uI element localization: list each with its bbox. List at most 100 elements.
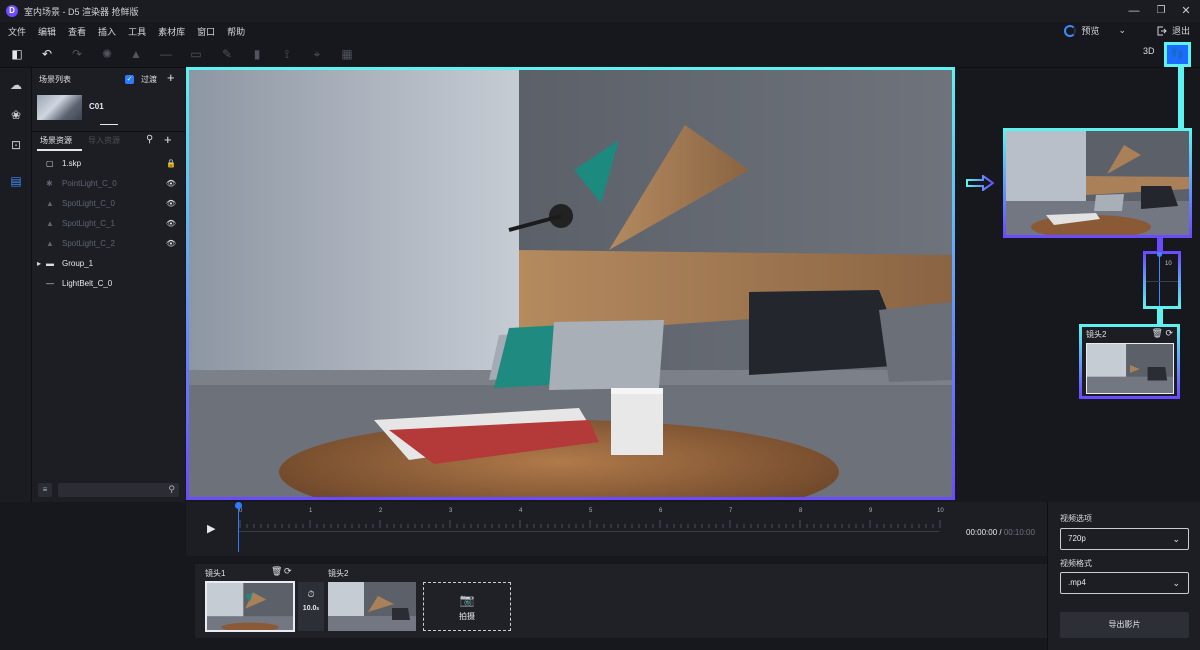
list-item[interactable]: ▢ 1.skp 🔒 — [32, 153, 185, 173]
refresh-icon[interactable]: ⟳ — [1165, 328, 1173, 338]
add-resource-icon[interactable]: + — [164, 132, 172, 147]
file-icon: ▢ — [46, 158, 54, 168]
format-select[interactable]: .mp4 ⌄ — [1060, 572, 1189, 594]
pin-icon[interactable]: ⚲ — [146, 134, 153, 145]
trash-icon[interactable]: 🗑 — [271, 566, 282, 577]
expand-arrow-icon[interactable]: ▸ — [37, 259, 41, 268]
add-scene-icon[interactable]: + — [167, 70, 175, 85]
lock-icon[interactable]: 🔒 — [166, 159, 176, 168]
rect-light-icon[interactable]: ▭ — [188, 46, 204, 62]
filter-icon[interactable]: ≡ — [38, 483, 52, 497]
exit-icon — [1157, 26, 1167, 35]
camera-rig-icon[interactable]: ⊡ — [8, 137, 24, 153]
tab-import-assets[interactable]: 导入资源 — [88, 135, 120, 146]
transform-icon[interactable]: ⟟ — [279, 46, 295, 62]
trash-icon[interactable]: 🗑 — [1152, 328, 1163, 338]
exit-button[interactable]: 退出 — [1157, 24, 1190, 37]
brush-icon[interactable]: ✎ — [219, 46, 235, 62]
menu-insert[interactable]: 插入 — [98, 25, 116, 38]
play-icon[interactable]: ▶ — [207, 522, 215, 535]
redo-icon[interactable]: ↷ — [69, 46, 85, 62]
camera-card[interactable]: 镜头2 🗑 ⟳ — [1079, 324, 1180, 399]
tab-active-indicator — [37, 149, 82, 151]
resolution-select[interactable]: 720p ⌄ — [1060, 528, 1189, 550]
add-shot-button[interactable]: 📷 拍摄 — [423, 582, 511, 631]
refresh-icon[interactable]: ⟳ — [284, 566, 292, 577]
restore-button[interactable]: ❐ — [1154, 4, 1168, 18]
menu-view[interactable]: 查看 — [68, 25, 86, 38]
panel-toggle-icon[interactable]: ◧ — [9, 46, 25, 62]
camera-preview-large — [1003, 128, 1192, 238]
resource-label: 1.skp — [62, 158, 82, 168]
sun-icon[interactable]: ✺ — [99, 46, 115, 62]
eye-icon[interactable]: 👁 — [166, 199, 176, 208]
transition-duration[interactable]: ⏱ 10.0s — [298, 582, 324, 631]
scene-render-image — [189, 70, 952, 497]
lightbelt-icon[interactable]: — — [158, 46, 174, 62]
shot-label: 镜头2 — [328, 569, 349, 578]
list-item[interactable]: ▲ SpotLight_C_1 👁 — [32, 213, 185, 233]
preview-button[interactable]: 预览 ⌄ — [1064, 24, 1126, 37]
camera-card-thumbnail — [1086, 343, 1174, 394]
exit-label: 退出 — [1171, 26, 1190, 36]
mini-playhead[interactable] — [1159, 254, 1160, 306]
camera-preview-image — [1006, 131, 1189, 235]
walk-mode-button[interactable]: 👣 — [1164, 42, 1191, 67]
scene-rename-underline — [100, 124, 118, 125]
shot-thumbnail-2[interactable] — [328, 582, 416, 631]
playhead-knob[interactable] — [235, 502, 242, 509]
chevron-down-icon[interactable]: ⌄ — [1118, 25, 1126, 36]
tick-label: 9 — [869, 508, 873, 514]
playhead[interactable] — [237, 502, 240, 552]
close-button[interactable]: ✕ — [1179, 4, 1193, 18]
menu-file[interactable]: 文件 — [8, 25, 26, 38]
scene-list-header: 场景列表 ✓ 过渡 + — [32, 69, 185, 89]
tick-label: 3 — [449, 508, 453, 514]
panel-footer: ≡ ⚲ — [32, 478, 185, 502]
resource-label: PointLight_C_0 — [62, 178, 117, 188]
timeline[interactable]: ▶ 0 1 2 3 4 5 6 7 8 9 10 00:00:00 / 00:1… — [186, 502, 1047, 556]
eye-icon[interactable]: 👁 — [166, 179, 176, 188]
menu-library[interactable]: 素材库 — [158, 25, 185, 38]
scene-thumbnail[interactable] — [37, 95, 82, 120]
align-icon[interactable]: ⌖ — [309, 46, 325, 62]
eye-icon[interactable]: 👁 — [166, 239, 176, 248]
search-icon[interactable]: ⚲ — [168, 484, 175, 495]
scene-name[interactable]: C01 — [89, 102, 104, 111]
menu-window[interactable]: 窗口 — [197, 25, 215, 38]
mode-3d-button[interactable]: 3D — [1143, 46, 1155, 56]
paint-roller-icon[interactable]: ▮ — [249, 46, 265, 62]
resource-label: LightBelt_C_0 — [62, 278, 113, 288]
menu-help[interactable]: 帮助 — [227, 25, 245, 38]
eye-icon[interactable]: 👁 — [166, 219, 176, 228]
minimize-button[interactable]: — — [1127, 4, 1141, 18]
search-input[interactable]: ⚲ — [58, 483, 179, 497]
materials-icon[interactable]: ❀ — [8, 107, 24, 123]
spotlight-icon[interactable]: ▲ — [128, 46, 144, 62]
menu-tools[interactable]: 工具 — [128, 25, 146, 38]
shot-thumbnail-1[interactable] — [205, 581, 295, 632]
menu-bar: 文件 编辑 查看 插入 工具 素材库 窗口 帮助 — [0, 22, 1200, 40]
resource-label: Group_1 — [62, 258, 94, 268]
menu-edit[interactable]: 编辑 — [38, 25, 56, 38]
environment-icon[interactable]: ☁ — [8, 77, 24, 93]
list-item[interactable]: ▸ ▬ Group_1 — [32, 253, 185, 273]
export-video-button[interactable]: 导出影片 — [1060, 612, 1189, 638]
mini-track — [1146, 281, 1178, 282]
list-item[interactable]: ✱ PointLight_C_0 👁 — [32, 173, 185, 193]
scene-list-icon[interactable]: ▤ — [8, 173, 24, 189]
resource-tabs: 场景资源 导入资源 ⚲ + — [32, 131, 185, 151]
list-item[interactable]: ▲ SpotLight_C_2 👁 — [32, 233, 185, 253]
transition-checkbox[interactable]: ✓ — [125, 75, 134, 84]
tick-label: 7 — [729, 508, 733, 514]
mini-timeline[interactable]: 10 — [1143, 251, 1181, 309]
layers-icon[interactable]: ▦ — [339, 46, 355, 62]
tab-scene-assets[interactable]: 场景资源 — [40, 135, 72, 146]
undo-icon[interactable]: ↶ — [39, 46, 55, 62]
render-viewport[interactable] — [186, 67, 955, 500]
tick-label: 10 — [937, 508, 944, 514]
mini-playhead-knob[interactable] — [1157, 252, 1162, 257]
camera-plus-icon: 📷 — [459, 593, 475, 607]
list-item[interactable]: ▲ SpotLight_C_0 👁 — [32, 193, 185, 213]
list-item[interactable]: — LightBelt_C_0 — [32, 273, 185, 293]
